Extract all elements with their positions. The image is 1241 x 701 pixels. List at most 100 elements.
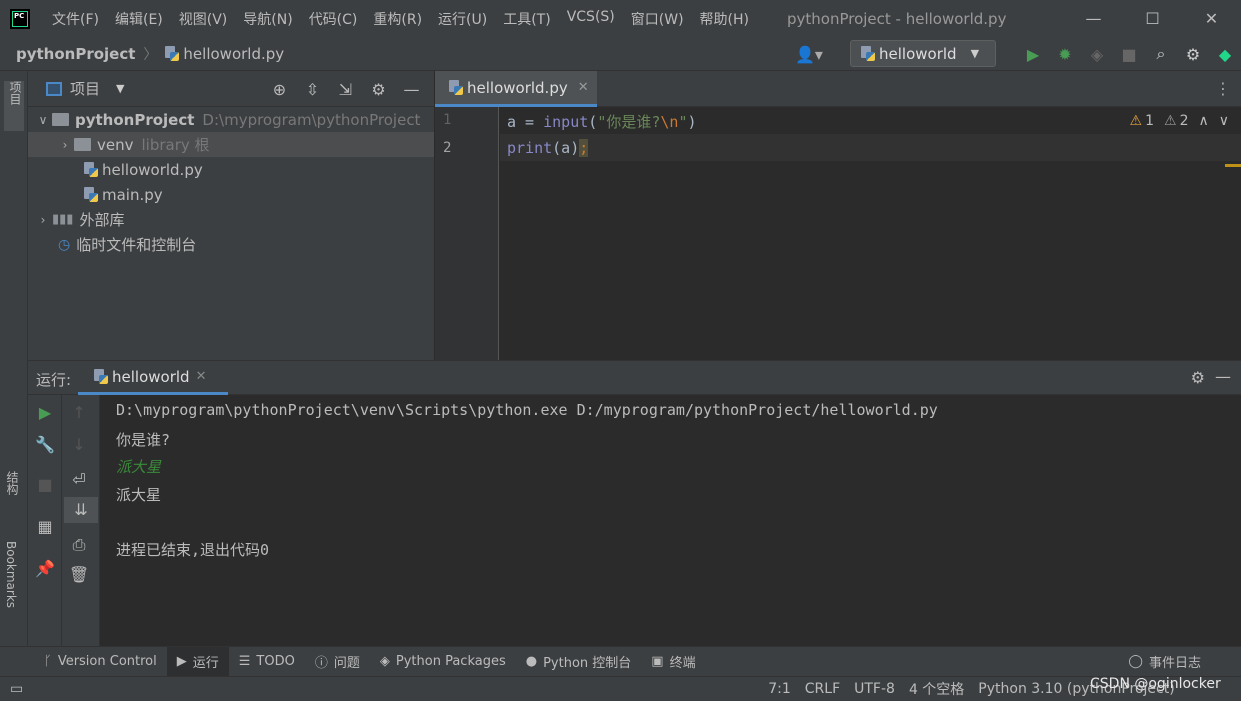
menu-code[interactable]: 代码(C): [301, 9, 366, 29]
menu-help[interactable]: 帮助(H): [692, 9, 757, 29]
tab-python-packages[interactable]: ◈ Python Packages: [370, 647, 516, 677]
tree-item-label: pythonProject: [75, 110, 195, 129]
run-tab-helloworld[interactable]: helloworld ✕: [78, 361, 228, 395]
coverage-icon[interactable]: ◈: [1081, 45, 1113, 64]
print-icon[interactable]: ⎙: [62, 535, 96, 555]
close-tab-icon[interactable]: ✕: [578, 80, 589, 95]
project-tree: ∨ pythonProject D:\myprogram\pythonProje…: [28, 107, 434, 257]
code-line-2[interactable]: print(a);: [507, 139, 589, 157]
bookmarks-tool-tab[interactable]: Bookmarks: [4, 541, 18, 608]
code-line-1[interactable]: a = input("你是谁?\n"): [507, 111, 697, 132]
tab-helloworld[interactable]: helloworld.py ✕: [435, 71, 597, 107]
expand-all-icon[interactable]: ⇳: [296, 80, 329, 99]
editor-area: helloworld.py ✕ ⋮ 1 2 a = input("你是谁?\n"…: [435, 71, 1241, 360]
tab-version-control[interactable]: ᚴ Version Control: [34, 647, 167, 677]
soft-wrap-icon[interactable]: ⏎: [62, 470, 96, 489]
trash-icon[interactable]: 🗑: [62, 565, 96, 584]
tree-item-main[interactable]: main.py: [28, 182, 434, 207]
rerun-icon[interactable]: ▶: [28, 403, 62, 422]
tab-label: helloworld.py: [467, 78, 568, 97]
caret-position[interactable]: 7:1: [768, 681, 791, 697]
tab-problems[interactable]: ⓘ 问题: [305, 647, 370, 677]
menu-run[interactable]: 运行(U): [430, 9, 495, 29]
debug-icon[interactable]: ✹: [1049, 45, 1081, 64]
tree-item-project-root[interactable]: ∨ pythonProject D:\myprogram\pythonProje…: [28, 107, 434, 132]
project-panel-title[interactable]: 项目: [70, 78, 100, 99]
hide-icon[interactable]: —: [1215, 367, 1231, 386]
file-encoding[interactable]: UTF-8: [854, 681, 895, 697]
gear-icon[interactable]: ⚙: [362, 80, 395, 99]
tree-item-scratches[interactable]: ◷ 临时文件和控制台: [28, 232, 434, 257]
stop-icon[interactable]: ■: [28, 475, 62, 494]
chevron-down-icon[interactable]: ∨: [1219, 113, 1229, 129]
close-button[interactable]: ✕: [1182, 0, 1241, 37]
python-icon: [94, 368, 108, 385]
watermark: CSDN @oginlocker: [1090, 676, 1221, 692]
run-config-select[interactable]: helloworld ▼: [850, 40, 996, 67]
menu-view[interactable]: 视图(V): [171, 9, 236, 29]
gear-icon[interactable]: ⚙: [1177, 45, 1209, 64]
chevron-up-icon[interactable]: ∧: [1199, 113, 1209, 129]
scroll-to-end-icon[interactable]: ⇊: [64, 497, 98, 523]
structure-tool-tab[interactable]: 结构: [4, 471, 21, 495]
tab-terminal[interactable]: ▣ 终端: [641, 647, 705, 677]
tab-todo[interactable]: ☰ TODO: [229, 647, 305, 677]
tab-run[interactable]: ▶ 运行: [166, 646, 229, 677]
arrow-up-icon[interactable]: ↑: [62, 403, 96, 422]
pin-icon[interactable]: 📌: [28, 559, 62, 578]
run-config-label: helloworld: [879, 44, 957, 63]
tree-item-helloworld[interactable]: helloworld.py: [28, 157, 434, 182]
menu-file[interactable]: 文件(F): [44, 9, 107, 29]
stop-icon[interactable]: ■: [1113, 45, 1145, 64]
chevron-down-icon[interactable]: ∨: [34, 113, 52, 127]
tree-item-label: venv: [97, 135, 134, 154]
menu-tools[interactable]: 工具(T): [495, 9, 558, 29]
layers-icon: ◈: [379, 654, 390, 669]
search-icon[interactable]: ⌕: [1145, 44, 1177, 64]
maximize-button[interactable]: ☐: [1123, 0, 1182, 37]
breadcrumb-file[interactable]: helloworld.py: [183, 45, 284, 63]
chevron-right-icon[interactable]: ›: [56, 138, 74, 152]
tree-item-extra: library 根: [141, 136, 210, 154]
tree-item-venv[interactable]: › venv library 根: [28, 132, 434, 157]
breadcrumb-project[interactable]: pythonProject: [16, 45, 135, 63]
error-stripe-mark[interactable]: [1225, 164, 1241, 167]
run-toolbar-secondary: ↑ ↓ ⏎ ⇊ ⎙ 🗑: [62, 395, 100, 647]
event-log-button[interactable]: ◯ 事件日志: [1118, 647, 1211, 677]
title-bar: PC 文件(F) 编辑(E) 视图(V) 导航(N) 代码(C) 重构(R) 运…: [0, 0, 1241, 37]
bottom-tool-tabs: ᚴ Version Control ▶ 运行 ☰ TODO ⓘ 问题 ◈ Python P…: [0, 646, 1241, 677]
run-icon[interactable]: ▶: [1017, 45, 1049, 64]
status-bar: ▭ 7:1 CRLF UTF-8 4 个空格 Python 3.10 (pyth…: [0, 676, 1241, 701]
weak-warning-icon: ⚠: [1164, 113, 1177, 129]
locate-icon[interactable]: ⊕: [263, 80, 296, 99]
menu-vcs[interactable]: VCS(S): [559, 9, 623, 29]
warning-count: 1: [1145, 113, 1155, 129]
tab-python-console[interactable]: ● Python 控制台: [516, 647, 642, 677]
collapse-all-icon[interactable]: ⇲: [329, 80, 362, 99]
line-separator[interactable]: CRLF: [805, 681, 840, 697]
close-tab-icon[interactable]: ✕: [196, 369, 207, 384]
hide-icon[interactable]: —: [395, 80, 428, 99]
jetbrains-icon[interactable]: ◆: [1209, 45, 1241, 64]
menu-navigate[interactable]: 导航(N): [235, 9, 300, 29]
tree-item-label: 临时文件和控制台: [76, 236, 197, 254]
menu-window[interactable]: 窗口(W): [623, 9, 692, 29]
user-icon[interactable]: 👤▾: [795, 45, 823, 64]
arrow-down-icon[interactable]: ↓: [62, 435, 96, 454]
chevron-right-icon[interactable]: ›: [34, 213, 52, 227]
indent-setting[interactable]: 4 个空格: [909, 679, 964, 699]
terminal-icon: ▣: [651, 654, 664, 669]
project-tool-tab[interactable]: 项目: [4, 81, 24, 131]
inspection-widget[interactable]: ⚠ 1 ⚠ 2 ∧ ∨: [1120, 113, 1229, 129]
layout-icon[interactable]: ▦: [28, 517, 62, 536]
gear-icon[interactable]: ⚙: [1191, 368, 1205, 387]
minimize-button[interactable]: —: [1064, 0, 1123, 37]
more-icon[interactable]: ⋮: [1215, 79, 1231, 98]
menu-refactor[interactable]: 重构(R): [365, 9, 430, 29]
menu-edit[interactable]: 编辑(E): [107, 9, 171, 29]
tree-item-external-libs[interactable]: › ▮▮▮ 外部库: [28, 207, 434, 232]
chevron-down-icon[interactable]: ▼: [116, 82, 124, 95]
wrench-icon[interactable]: 🔧: [28, 435, 62, 454]
tool-window-toggle-icon[interactable]: ▭: [10, 681, 23, 697]
line-gutter: 1 2: [435, 107, 499, 360]
